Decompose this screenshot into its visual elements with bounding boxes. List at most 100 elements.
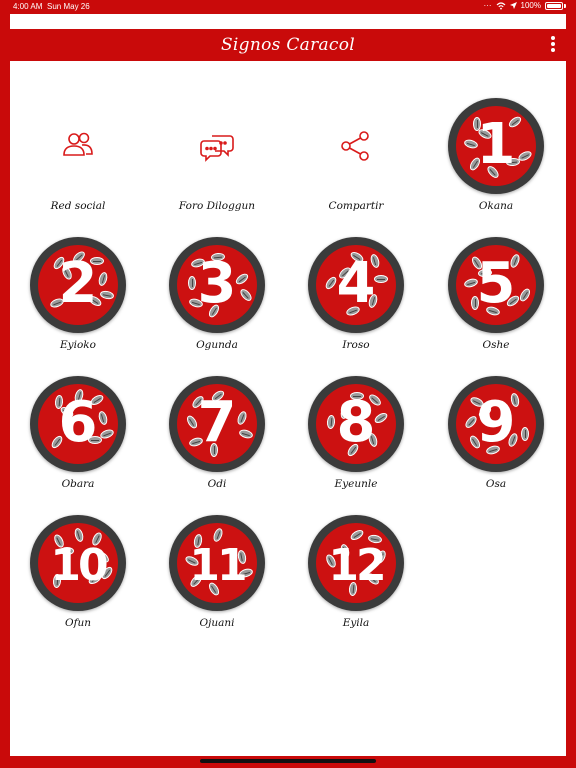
sign-number: 4: [336, 251, 376, 316]
sign-inner: 6: [38, 384, 118, 464]
sign-inner: 3: [177, 245, 257, 325]
sign-number: 1: [476, 112, 516, 177]
sign-number: 5: [476, 251, 516, 316]
sign-icon-wrap: 2: [29, 236, 127, 334]
sign-number: 6: [58, 390, 98, 455]
sign-label: Ofun: [64, 617, 92, 629]
sign-number: 3: [197, 251, 237, 316]
app-toolbar: Signos Caracol: [10, 29, 566, 61]
sign-inner: 5: [456, 245, 536, 325]
location-arrow-icon: [509, 2, 517, 9]
action-red-social[interactable]: Red social: [18, 94, 138, 224]
action-label: Red social: [50, 200, 106, 212]
sign-badge-icon: 1: [448, 98, 544, 194]
sign-2-eyioko[interactable]: 2 Eyioko: [18, 233, 138, 363]
sign-badge-icon: 10: [30, 515, 126, 611]
sign-badge-icon: 2: [30, 237, 126, 333]
sign-badge-icon: 9: [448, 376, 544, 472]
sign-icon-wrap: 1: [447, 97, 545, 195]
sign-7-odi[interactable]: 7 Odi: [157, 372, 277, 502]
action-icon-wrap: [307, 97, 405, 195]
sign-10-ofun[interactable]: 10 Ofun: [18, 511, 138, 641]
battery-percent: 100%: [520, 1, 541, 10]
sign-inner: 4: [316, 245, 396, 325]
sign-inner: 11: [177, 523, 257, 603]
sign-number: 11: [189, 540, 247, 591]
status-time: 4:00 AM: [13, 2, 43, 11]
battery-icon: [545, 1, 563, 10]
sign-5-oshe[interactable]: 5 Oshe: [436, 233, 556, 363]
sign-label: Okana: [478, 200, 514, 212]
sign-badge-icon: 4: [308, 237, 404, 333]
sign-icon-wrap: 11: [168, 514, 266, 612]
sign-number: 8: [336, 390, 376, 455]
sign-inner: 12: [316, 523, 396, 603]
sign-number: 7: [197, 390, 237, 455]
overflow-menu-button[interactable]: [550, 36, 556, 54]
sign-1-okana[interactable]: 1 Okana: [436, 94, 556, 224]
sign-label: Odi: [207, 478, 227, 490]
sign-badge-icon: 8: [308, 376, 404, 472]
sign-inner: 8: [316, 384, 396, 464]
sign-icon-wrap: 8: [307, 375, 405, 473]
sign-label: Eyila: [342, 617, 370, 629]
sign-badge-icon: 12: [308, 515, 404, 611]
chat-bubbles-icon: [200, 135, 234, 162]
sign-icon-wrap: 6: [29, 375, 127, 473]
sign-number: 2: [58, 251, 98, 316]
sign-icon-wrap: 9: [447, 375, 545, 473]
sign-inner: 7: [177, 384, 257, 464]
top-strip: [10, 14, 566, 29]
action-icon-wrap: [29, 97, 127, 195]
sign-badge-icon: 7: [169, 376, 265, 472]
sign-badge-icon: 5: [448, 237, 544, 333]
sign-label: Eyioko: [60, 339, 96, 351]
sign-label: Oshe: [482, 339, 510, 351]
home-indicator[interactable]: [200, 759, 376, 763]
sign-icon-wrap: 12: [307, 514, 405, 612]
status-indicators: ··· 100%: [484, 1, 566, 10]
sign-icon-wrap: 3: [168, 236, 266, 334]
sign-label: Ogunda: [196, 339, 238, 351]
sign-8-eyeunle[interactable]: 8 Eyeunle: [296, 372, 416, 502]
sign-number: 9: [476, 390, 516, 455]
wifi-icon: [496, 1, 505, 9]
sign-11-ojuani[interactable]: 11 Ojuani: [157, 511, 277, 641]
sign-number: 12: [328, 540, 386, 591]
sign-6-obara[interactable]: 6 Obara: [18, 372, 138, 502]
sign-inner: 2: [38, 245, 118, 325]
action-label: Compartir: [328, 200, 384, 212]
battery-tip-icon: [564, 3, 566, 8]
users-icon: [63, 132, 93, 156]
sign-inner: 9: [456, 384, 536, 464]
sign-badge-icon: 11: [169, 515, 265, 611]
sign-3-ogunda[interactable]: 3 Ogunda: [157, 233, 277, 363]
menu-dot-icon: [551, 48, 555, 52]
share-icon: [341, 131, 369, 161]
sign-icon-wrap: 4: [307, 236, 405, 334]
menu-dot-icon: [551, 42, 555, 46]
sign-icon-wrap: 5: [447, 236, 545, 334]
app-title: Signos Caracol: [220, 35, 356, 55]
sign-icon-wrap: 10: [29, 514, 127, 612]
sign-badge-icon: 3: [169, 237, 265, 333]
signal-dots-icon: ···: [483, 1, 492, 10]
sign-9-osa[interactable]: 9 Osa: [436, 372, 556, 502]
app-window: Signos Caracol Red social Foro Diloggun …: [10, 14, 566, 756]
action-icon-wrap: [168, 97, 266, 195]
action-label: Foro Diloggun: [178, 200, 256, 212]
status-bar: 4:00 AM Sun May 26 ··· 100%: [0, 0, 576, 14]
action-foro-diloggun[interactable]: Foro Diloggun: [157, 94, 277, 224]
menu-dot-icon: [551, 36, 555, 40]
sign-label: Ojuani: [199, 617, 235, 629]
status-date: Sun May 26: [47, 2, 90, 11]
action-compartir[interactable]: Compartir: [296, 94, 416, 224]
sign-inner: 1: [456, 106, 536, 186]
sign-label: Osa: [485, 478, 507, 490]
sign-label: Eyeunle: [334, 478, 378, 490]
sign-12-eyila[interactable]: 12 Eyila: [296, 511, 416, 641]
sign-badge-icon: 6: [30, 376, 126, 472]
sign-label: Obara: [61, 478, 95, 490]
sign-4-iroso[interactable]: 4 Iroso: [296, 233, 416, 363]
sign-number: 10: [50, 540, 108, 591]
